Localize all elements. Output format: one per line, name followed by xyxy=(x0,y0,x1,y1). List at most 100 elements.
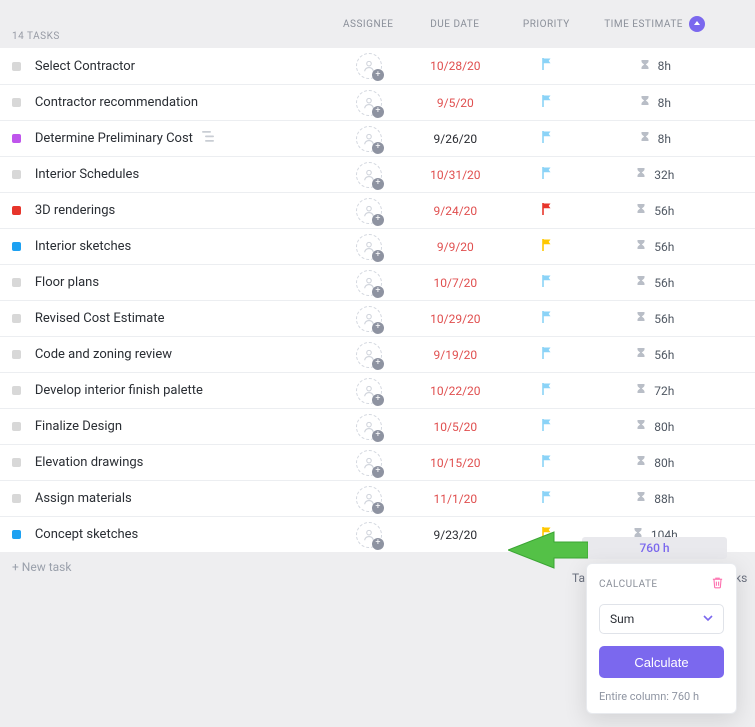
task-name[interactable]: Concept sketches xyxy=(35,527,330,542)
status-square[interactable] xyxy=(12,530,21,539)
assignee-cell[interactable]: + xyxy=(330,450,409,476)
task-name[interactable]: Code and zoning review xyxy=(35,347,330,362)
assignee-cell[interactable]: + xyxy=(330,126,409,152)
assign-user-icon[interactable]: + xyxy=(356,414,382,440)
priority-cell[interactable] xyxy=(503,382,591,400)
priority-cell[interactable] xyxy=(503,166,591,184)
due-date-cell[interactable]: 9/26/20 xyxy=(408,132,502,146)
assign-user-icon[interactable]: + xyxy=(356,270,382,296)
assignee-cell[interactable]: + xyxy=(330,234,409,260)
task-row[interactable]: Finalize Design + 10/5/20 80h xyxy=(0,408,755,444)
priority-cell[interactable] xyxy=(503,94,591,112)
due-date-cell[interactable]: 10/28/20 xyxy=(408,59,502,73)
assign-user-icon[interactable]: + xyxy=(356,486,382,512)
priority-cell[interactable] xyxy=(503,418,591,436)
time-estimate-cell[interactable]: 8h xyxy=(591,95,719,110)
time-estimate-cell[interactable]: 8h xyxy=(591,131,719,146)
status-square[interactable] xyxy=(12,422,21,431)
due-date-cell[interactable]: 9/5/20 xyxy=(408,96,502,110)
time-estimate-cell[interactable]: 72h xyxy=(591,383,719,398)
assign-user-icon[interactable]: + xyxy=(356,522,382,548)
time-estimate-cell[interactable]: 56h xyxy=(591,311,719,326)
assign-user-icon[interactable]: + xyxy=(356,90,382,116)
status-square[interactable] xyxy=(12,134,21,143)
priority-cell[interactable] xyxy=(503,238,591,256)
task-row[interactable]: Determine Preliminary Cost + 9/26/20 8h xyxy=(0,120,755,156)
assign-user-icon[interactable]: + xyxy=(356,378,382,404)
assignee-cell[interactable]: + xyxy=(330,306,409,332)
priority-cell[interactable] xyxy=(503,454,591,472)
due-date-cell[interactable]: 9/9/20 xyxy=(408,240,502,254)
status-square[interactable] xyxy=(12,170,21,179)
task-name[interactable]: Select Contractor xyxy=(35,59,330,74)
priority-cell[interactable] xyxy=(503,57,591,75)
due-date-cell[interactable]: 9/24/20 xyxy=(408,204,502,218)
assign-user-icon[interactable]: + xyxy=(356,53,382,79)
task-row[interactable]: Assign materials + 11/1/20 88h xyxy=(0,480,755,516)
assign-user-icon[interactable]: + xyxy=(356,126,382,152)
task-name[interactable]: 3D renderings xyxy=(35,203,330,218)
task-name[interactable]: Finalize Design xyxy=(35,419,330,434)
time-estimate-cell[interactable]: 88h xyxy=(591,491,719,506)
priority-cell[interactable] xyxy=(503,310,591,328)
aggregate-select[interactable]: Sum xyxy=(599,604,724,634)
due-date-cell[interactable]: 10/5/20 xyxy=(408,420,502,434)
status-square[interactable] xyxy=(12,278,21,287)
task-name[interactable]: Contractor recommendation xyxy=(35,95,330,110)
due-date-cell[interactable]: 10/22/20 xyxy=(408,384,502,398)
status-square[interactable] xyxy=(12,98,21,107)
task-row[interactable]: Floor plans + 10/7/20 56h xyxy=(0,264,755,300)
due-date-cell[interactable]: 10/7/20 xyxy=(408,276,502,290)
assignee-cell[interactable]: + xyxy=(330,342,409,368)
due-date-cell[interactable]: 10/29/20 xyxy=(408,312,502,326)
task-row[interactable]: Revised Cost Estimate + 10/29/20 56h xyxy=(0,300,755,336)
priority-cell[interactable] xyxy=(503,490,591,508)
task-row[interactable]: Elevation drawings + 10/15/20 80h xyxy=(0,444,755,480)
status-square[interactable] xyxy=(12,242,21,251)
time-estimate-cell[interactable]: 80h xyxy=(591,455,719,470)
column-header-priority[interactable]: PRIORITY xyxy=(502,19,591,30)
time-estimate-cell[interactable]: 56h xyxy=(591,203,719,218)
calculate-button[interactable]: Calculate xyxy=(599,646,724,678)
status-square[interactable] xyxy=(12,314,21,323)
assign-user-icon[interactable]: + xyxy=(356,342,382,368)
task-name[interactable]: Revised Cost Estimate xyxy=(35,311,330,326)
due-date-cell[interactable]: 10/15/20 xyxy=(408,456,502,470)
task-row[interactable]: Code and zoning review + 9/19/20 56h xyxy=(0,336,755,372)
assignee-cell[interactable]: + xyxy=(330,270,409,296)
task-name[interactable]: Assign materials xyxy=(35,491,330,506)
assign-user-icon[interactable]: + xyxy=(356,450,382,476)
task-name[interactable]: Determine Preliminary Cost xyxy=(35,131,330,146)
status-square[interactable] xyxy=(12,386,21,395)
assign-user-icon[interactable]: + xyxy=(356,234,382,260)
assignee-cell[interactable]: + xyxy=(330,486,409,512)
column-header-due-date[interactable]: DUE DATE xyxy=(408,19,502,30)
task-row[interactable]: 3D renderings + 9/24/20 56h xyxy=(0,192,755,228)
time-estimate-cell[interactable]: 56h xyxy=(591,275,719,290)
assignee-cell[interactable]: + xyxy=(330,522,409,548)
assignee-cell[interactable]: + xyxy=(330,162,409,188)
status-square[interactable] xyxy=(12,458,21,467)
assign-user-icon[interactable]: + xyxy=(356,198,382,224)
due-date-cell[interactable]: 9/19/20 xyxy=(408,348,502,362)
task-row[interactable]: Select Contractor + 10/28/20 8h xyxy=(0,48,755,84)
task-row[interactable]: Interior Schedules + 10/31/20 32h xyxy=(0,156,755,192)
assign-user-icon[interactable]: + xyxy=(356,306,382,332)
task-name[interactable]: Interior Schedules xyxy=(35,167,330,182)
column-header-assignee[interactable]: ASSIGNEE xyxy=(329,19,408,30)
assignee-cell[interactable]: + xyxy=(330,378,409,404)
time-estimate-cell[interactable]: 56h xyxy=(591,239,719,254)
status-square[interactable] xyxy=(12,206,21,215)
assignee-cell[interactable]: + xyxy=(330,53,409,79)
assign-user-icon[interactable]: + xyxy=(356,162,382,188)
time-estimate-cell[interactable]: 80h xyxy=(591,419,719,434)
status-square[interactable] xyxy=(12,350,21,359)
assignee-cell[interactable]: + xyxy=(330,90,409,116)
assignee-cell[interactable]: + xyxy=(330,414,409,440)
trash-icon[interactable] xyxy=(711,576,724,592)
task-row[interactable]: Contractor recommendation + 9/5/20 8h xyxy=(0,84,755,120)
status-square[interactable] xyxy=(12,494,21,503)
due-date-cell[interactable]: 10/31/20 xyxy=(408,168,502,182)
priority-cell[interactable] xyxy=(503,274,591,292)
status-square[interactable] xyxy=(12,62,21,71)
